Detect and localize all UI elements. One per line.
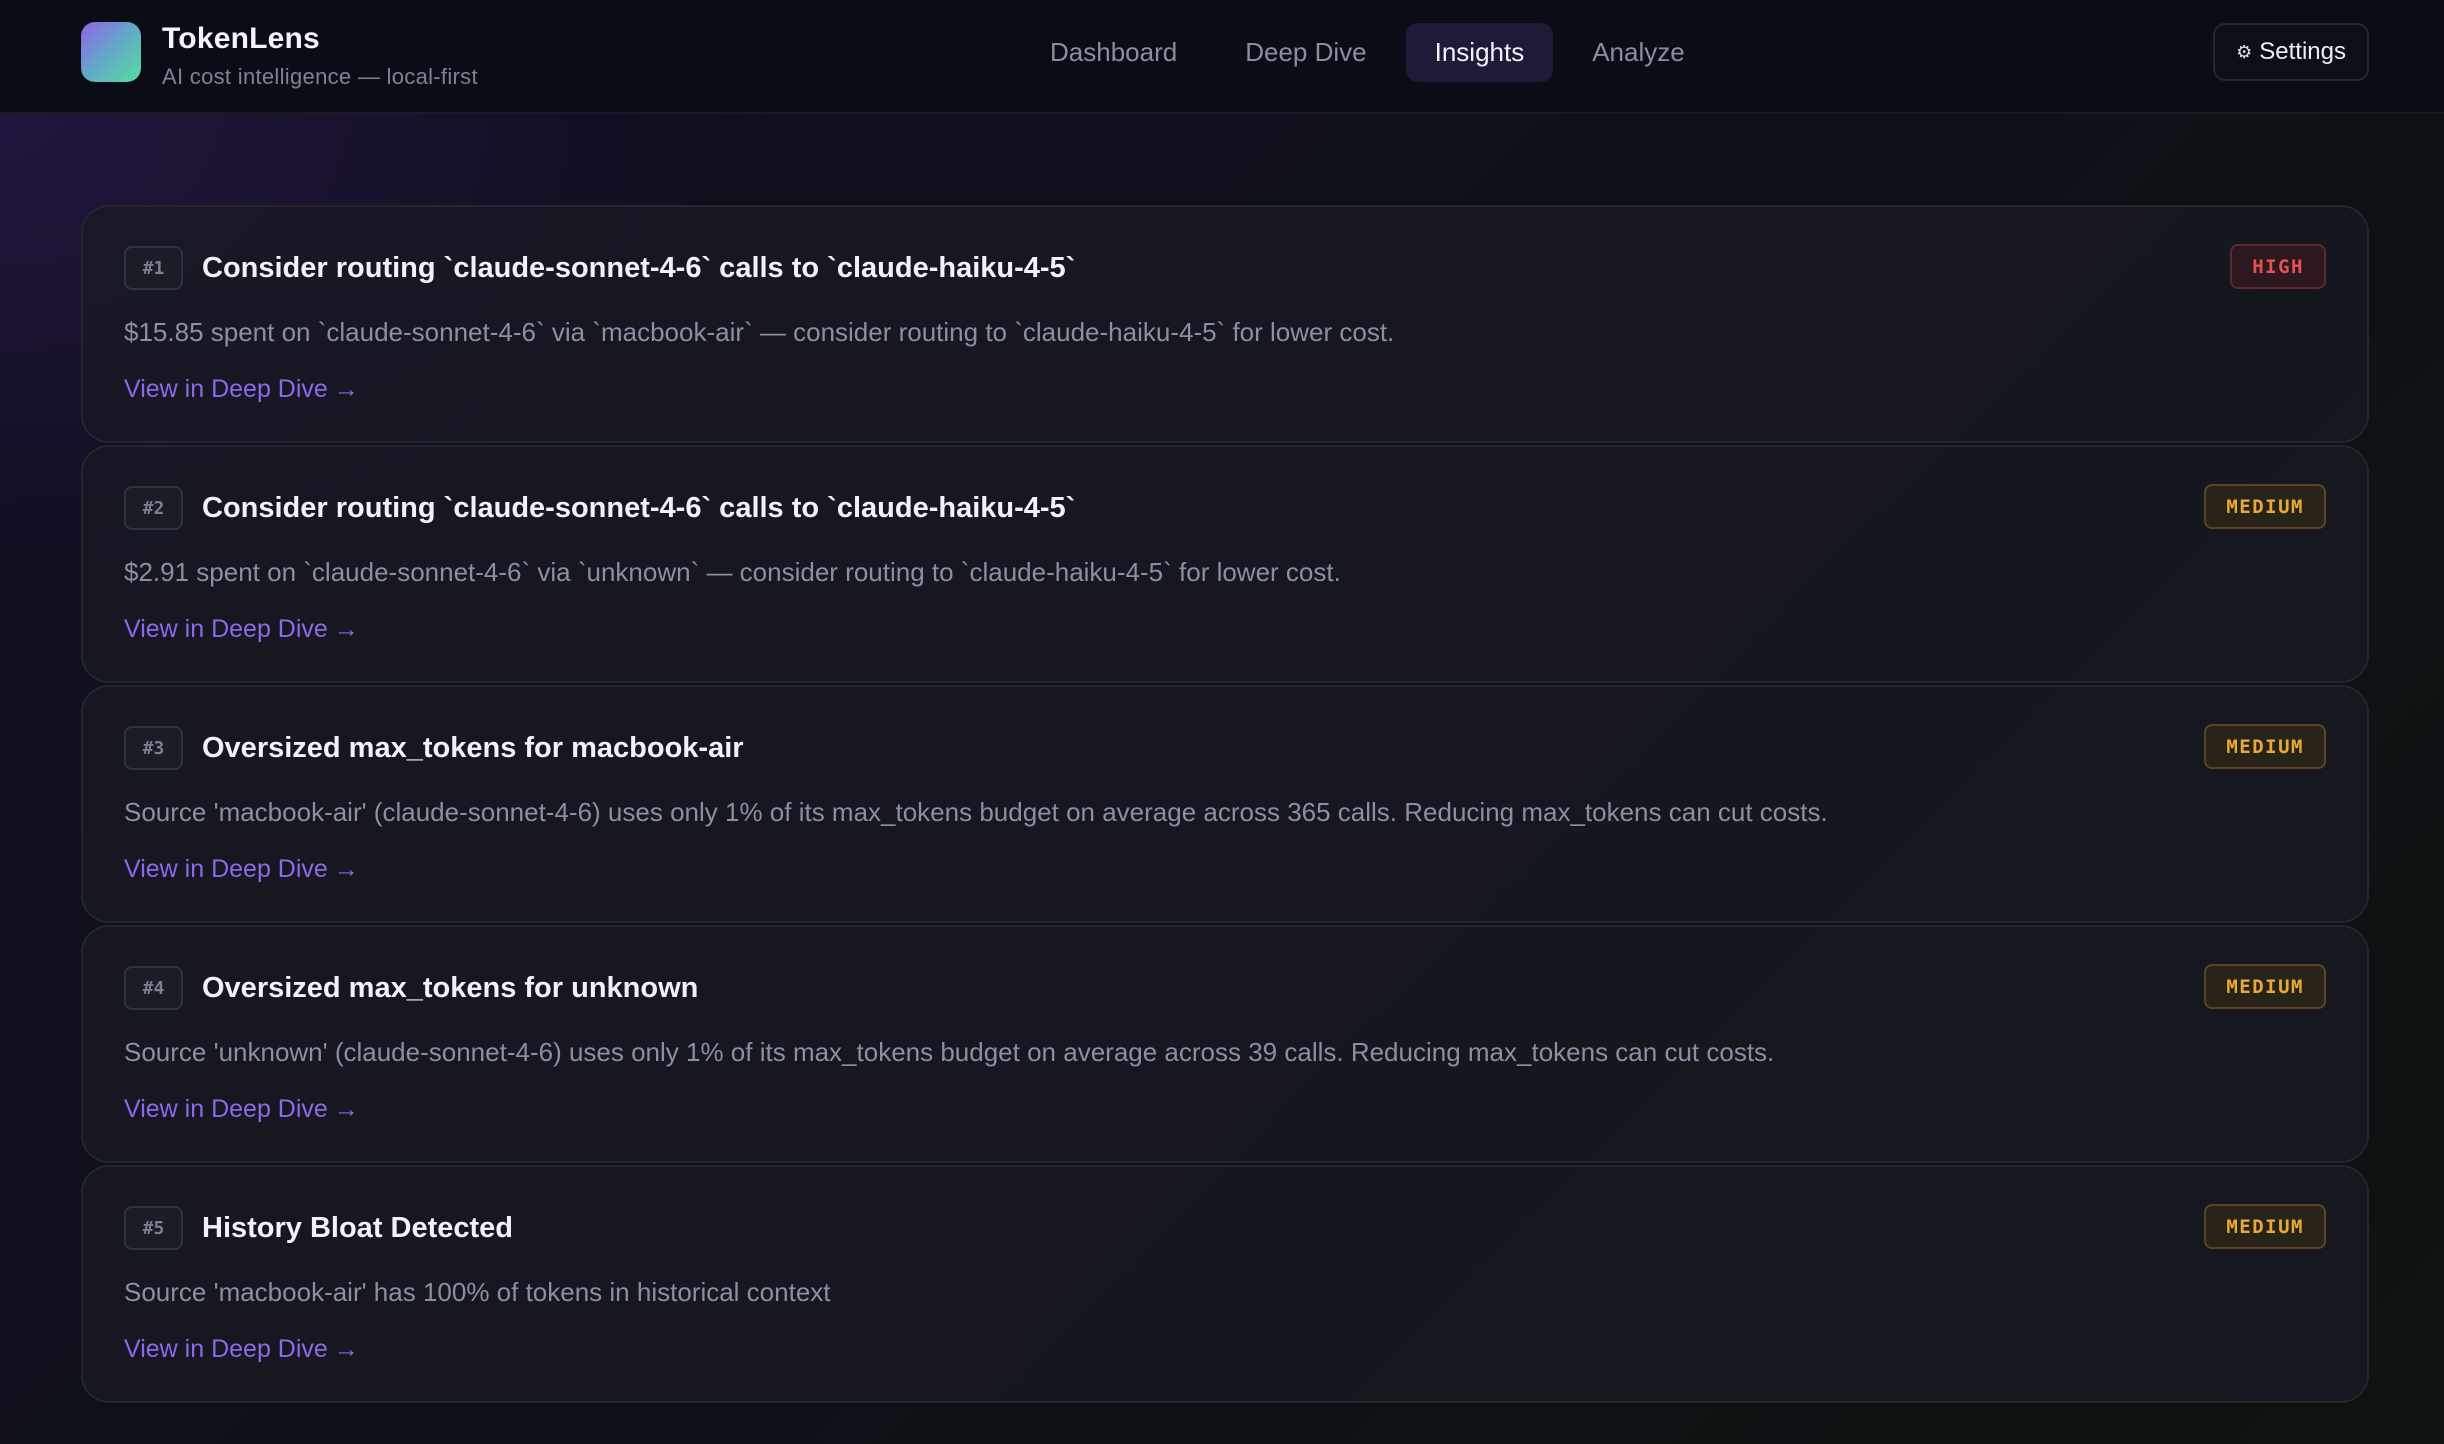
brand[interactable]: TokenLens AI cost intelligence — local-f… [81, 22, 478, 90]
arrow-right-icon: → [333, 1335, 359, 1363]
severity-badge: MEDIUM [2204, 964, 2326, 1009]
insight-header: #3 Oversized max_tokens for macbook-air [124, 726, 744, 770]
insight-description: $15.85 spent on `claude-sonnet-4-6` via … [124, 317, 1395, 347]
severity-badge: MEDIUM [2204, 1204, 2326, 1249]
severity-badge: MEDIUM [2204, 724, 2326, 769]
insight-rank: #4 [124, 966, 183, 1010]
insight-description: Source 'unknown' (claude-sonnet-4-6) use… [124, 1037, 1775, 1067]
tab-deep-dive[interactable]: Deep Dive [1216, 23, 1395, 82]
insight-card: #4 Oversized max_tokens for unknown MEDI… [81, 925, 2369, 1163]
settings-label: Settings [2259, 38, 2346, 65]
arrow-right-icon: → [333, 375, 359, 403]
view-in-deep-dive-link[interactable]: View in Deep Dive → [124, 375, 359, 404]
insight-card: #3 Oversized max_tokens for macbook-air … [81, 685, 2369, 923]
insight-title: Consider routing `claude-sonnet-4-6` cal… [202, 251, 1076, 284]
view-in-deep-dive-link[interactable]: View in Deep Dive → [124, 1095, 359, 1124]
insight-rank: #5 [124, 1206, 183, 1250]
insights-list: #1 Consider routing `claude-sonnet-4-6` … [81, 205, 2369, 1405]
severity-badge: HIGH [2230, 244, 2326, 289]
arrow-right-icon: → [333, 855, 359, 883]
arrow-right-icon: → [333, 615, 359, 643]
insight-card: #2 Consider routing `claude-sonnet-4-6` … [81, 445, 2369, 683]
insight-title: Oversized max_tokens for macbook-air [202, 731, 744, 764]
view-in-deep-dive-link[interactable]: View in Deep Dive → [124, 615, 359, 644]
insight-header: #4 Oversized max_tokens for unknown [124, 966, 698, 1010]
insight-description: $2.91 spent on `claude-sonnet-4-6` via `… [124, 557, 1341, 587]
insight-card: #1 Consider routing `claude-sonnet-4-6` … [81, 205, 2369, 443]
settings-button[interactable]: ⚙ Settings [2213, 23, 2369, 81]
insight-title: Oversized max_tokens for unknown [202, 971, 699, 1004]
top-bar: TokenLens AI cost intelligence — local-f… [0, 0, 2444, 114]
gear-icon: ⚙ [2236, 41, 2253, 62]
insight-header: #1 Consider routing `claude-sonnet-4-6` … [124, 246, 1075, 290]
severity-badge: MEDIUM [2204, 484, 2326, 529]
brand-text: TokenLens AI cost intelligence — local-f… [162, 22, 478, 90]
insight-description: Source 'macbook-air' (claude-sonnet-4-6)… [124, 797, 1828, 827]
view-in-deep-dive-link[interactable]: View in Deep Dive → [124, 1335, 359, 1364]
link-label: View in Deep Dive [124, 1335, 328, 1363]
app-logo [81, 22, 141, 82]
app-name: TokenLens [162, 22, 320, 55]
insight-title: Consider routing `claude-sonnet-4-6` cal… [202, 491, 1076, 524]
tab-analyze[interactable]: Analyze [1563, 23, 1714, 82]
link-label: View in Deep Dive [124, 1095, 328, 1123]
link-label: View in Deep Dive [124, 615, 328, 643]
main-nav: Dashboard Deep Dive Insights Analyze [1021, 23, 1714, 82]
arrow-right-icon: → [333, 1095, 359, 1123]
insight-description: Source 'macbook-air' has 100% of tokens … [124, 1277, 831, 1307]
insight-rank: #1 [124, 246, 183, 290]
tab-dashboard[interactable]: Dashboard [1021, 23, 1206, 82]
insight-card: #5 History Bloat Detected MEDIUM Source … [81, 1165, 2369, 1403]
insight-rank: #3 [124, 726, 183, 770]
insight-header: #2 Consider routing `claude-sonnet-4-6` … [124, 486, 1075, 530]
app-tagline: AI cost intelligence — local-first [162, 64, 478, 89]
link-label: View in Deep Dive [124, 375, 328, 403]
insight-rank: #2 [124, 486, 183, 530]
view-in-deep-dive-link[interactable]: View in Deep Dive → [124, 855, 359, 884]
link-label: View in Deep Dive [124, 855, 328, 883]
insight-title: History Bloat Detected [202, 1211, 514, 1244]
tab-insights[interactable]: Insights [1405, 23, 1554, 82]
insight-header: #5 History Bloat Detected [124, 1206, 513, 1250]
